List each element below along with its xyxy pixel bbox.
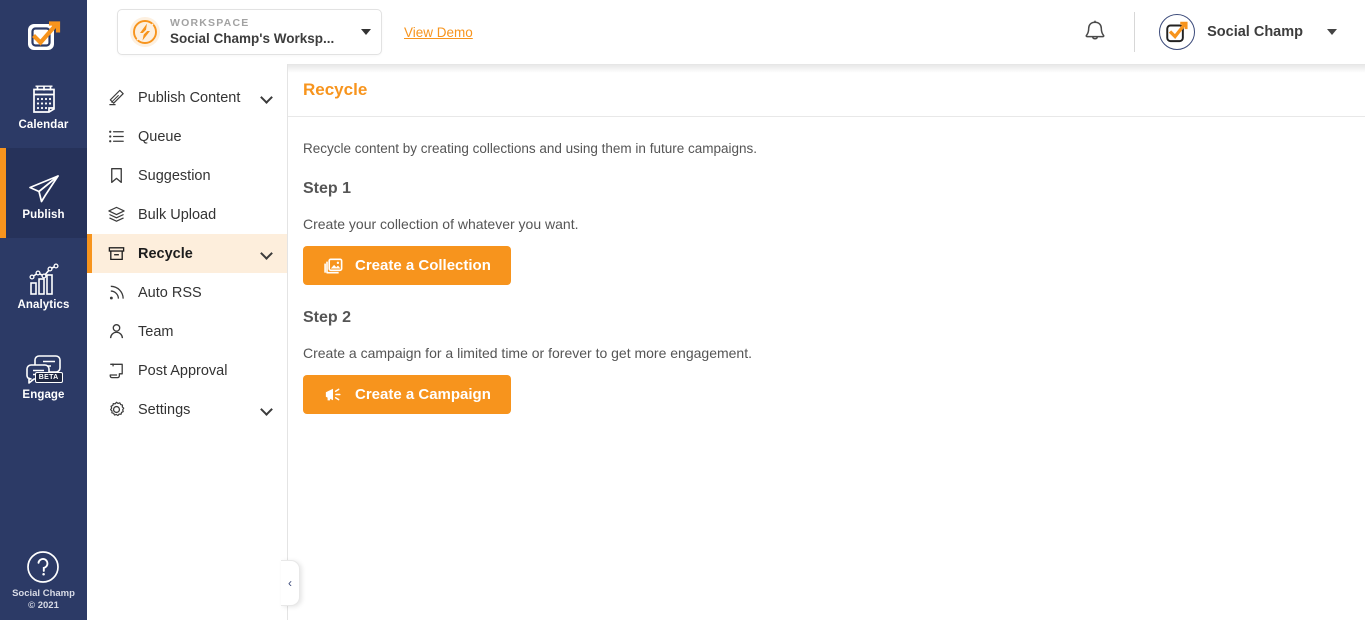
app-root: Calendar Publish Analytics BETA Engage S… <box>0 0 1365 620</box>
chevron-down-icon <box>261 248 273 260</box>
images-stack-icon <box>323 255 344 276</box>
step-2-title: Step 2 <box>303 309 352 326</box>
rail-item-analytics[interactable]: Analytics <box>0 238 87 328</box>
checkbox-arrow-logo-icon <box>1166 21 1188 43</box>
chevron-down-icon <box>1327 29 1337 35</box>
rss-icon <box>105 283 127 302</box>
sidebar-item-post-approval[interactable]: Post Approval <box>87 351 287 390</box>
scroll-icon <box>105 361 127 380</box>
rail-icon-wrap-calendar <box>22 76 66 116</box>
beta-badge: BETA <box>34 371 63 383</box>
calendar-icon <box>27 76 61 116</box>
chevron-down-icon <box>261 404 273 416</box>
rail-item-calendar[interactable]: Calendar <box>0 58 87 148</box>
sidebar-collapse-toggle[interactable]: ‹ <box>281 560 300 606</box>
lightning-bolt-icon <box>133 20 157 44</box>
sidebar-item-queue[interactable]: Queue <box>87 117 287 156</box>
rail-item-label: Analytics <box>17 298 70 311</box>
question-circle-icon <box>23 546 63 588</box>
sidebar-item-publish-content[interactable]: Publish Content <box>87 78 287 117</box>
sidebar-item-label: Recycle <box>138 245 193 262</box>
create-campaign-button[interactable]: Create a Campaign <box>303 375 511 414</box>
rail-item-publish[interactable]: Publish <box>0 148 87 238</box>
sidebar-item-recycle[interactable]: Recycle <box>87 234 287 273</box>
bookmark-icon <box>105 166 127 185</box>
secondary-sidebar: Publish Content Queue Suggestion Bulk Up… <box>87 64 288 620</box>
app-logo[interactable] <box>22 14 66 58</box>
rail-icon-wrap-publish <box>22 166 66 206</box>
step-1-title: Step 1 <box>303 180 352 197</box>
sidebar-item-settings[interactable]: Settings <box>87 390 287 429</box>
sidebar-item-label: Settings <box>138 401 191 418</box>
workspace-selector[interactable]: WORKSPACE Social Champ's Worksp... <box>117 9 382 55</box>
rail-footer-brand: Social Champ <box>12 588 75 600</box>
view-demo-link[interactable]: View Demo <box>404 25 473 40</box>
sidebar-item-label: Bulk Upload <box>138 206 217 223</box>
pencil-icon <box>105 88 127 107</box>
checkbox-arrow-logo-icon <box>27 21 60 50</box>
sidebar-item-team[interactable]: Team <box>87 312 287 351</box>
sidebar-item-auto-rss[interactable]: Auto RSS <box>87 273 287 312</box>
rail-icon-wrap-engage: BETA <box>22 346 66 386</box>
workspace-avatar <box>130 17 160 47</box>
person-icon <box>105 322 127 341</box>
sidebar-item-label: Team <box>138 323 174 340</box>
sidebar-item-bulk-upload[interactable]: Bulk Upload <box>87 195 287 234</box>
rail-footer-copyright: © 2021 <box>28 600 59 612</box>
gear-icon <box>105 400 127 419</box>
sidebar-item-label: Queue <box>138 128 182 145</box>
page-intro-text: Recycle content by creating collections … <box>303 141 757 156</box>
megaphone-icon <box>323 384 344 405</box>
archive-box-icon <box>105 244 127 263</box>
rail-item-label: Engage <box>22 388 65 401</box>
user-menu[interactable]: Social Champ <box>1159 14 1343 50</box>
button-label: Create a Campaign <box>355 386 491 403</box>
sidebar-item-label: Publish Content <box>138 89 241 106</box>
chevron-down-icon <box>361 29 371 35</box>
sidebar-item-label: Suggestion <box>138 167 211 184</box>
main-content: Recycle Recycle content by creating coll… <box>288 64 1365 620</box>
top-bar-right: Social Champ <box>1082 12 1365 52</box>
sidebar-item-label: Post Approval <box>138 362 228 379</box>
primary-rail: Calendar Publish Analytics BETA Engage S… <box>0 0 87 620</box>
top-bar: WORKSPACE Social Champ's Worksp... View … <box>87 0 1365 64</box>
notifications-button[interactable] <box>1082 18 1108 46</box>
workspace-text: WORKSPACE Social Champ's Worksp... <box>170 17 361 47</box>
step-2-description: Create a campaign for a limited time or … <box>303 345 752 361</box>
chevron-down-icon <box>261 92 273 104</box>
sidebar-item-suggestion[interactable]: Suggestion <box>87 156 287 195</box>
bar-chart-line-icon <box>26 256 62 296</box>
rail-item-label: Calendar <box>18 118 69 131</box>
help-button[interactable]: Social Champ © 2021 <box>12 546 75 612</box>
button-label: Create a Collection <box>355 257 491 274</box>
workspace-name: Social Champ's Worksp... <box>170 30 335 46</box>
rail-item-engage[interactable]: BETA Engage <box>0 328 87 418</box>
rail-icon-wrap-analytics <box>22 256 66 296</box>
page-header: Recycle <box>288 64 1365 117</box>
user-name: Social Champ <box>1207 24 1303 40</box>
list-icon <box>105 127 127 146</box>
bell-icon <box>1085 20 1105 40</box>
sidebar-item-label: Auto RSS <box>138 284 202 301</box>
step-1-description: Create your collection of whatever you w… <box>303 216 579 232</box>
chevron-left-icon: ‹ <box>288 576 292 590</box>
rail-item-label: Publish <box>22 208 65 221</box>
workspace-kicker: WORKSPACE <box>170 16 250 29</box>
create-collection-button[interactable]: Create a Collection <box>303 246 511 285</box>
layers-icon <box>105 205 127 224</box>
paper-plane-icon <box>26 166 62 206</box>
avatar <box>1159 14 1196 50</box>
top-bar-divider <box>1134 12 1136 52</box>
page-body: Recycle content by creating collections … <box>288 117 1365 414</box>
page-title: Recycle <box>303 80 368 99</box>
